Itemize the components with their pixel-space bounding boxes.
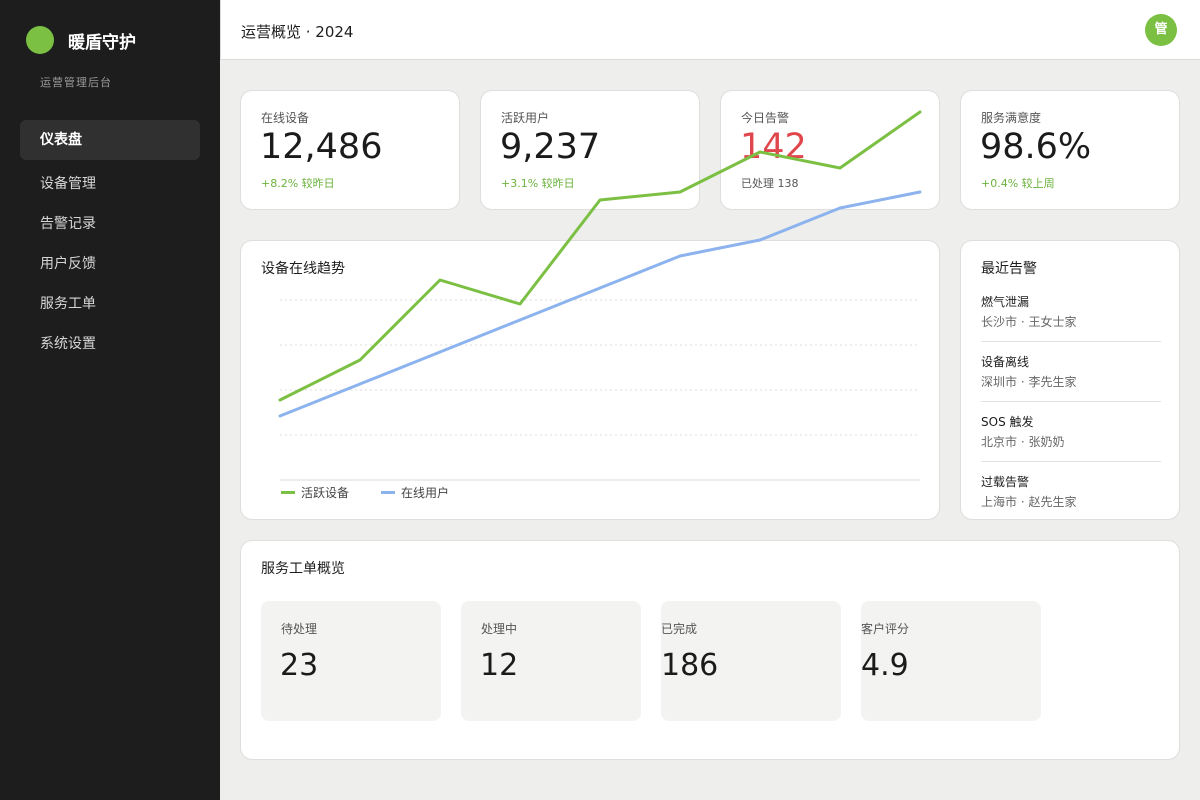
legend-swatch (381, 491, 395, 494)
ticket-stat-in-progress[interactable]: 处理中 12 (461, 601, 641, 721)
stat-label: 今日告警 (741, 111, 790, 125)
alert-name: 燃气泄漏 (981, 295, 1030, 309)
alert-location: 上海市 · 赵先生家 (981, 495, 1077, 509)
brand: 暖盾守护 (26, 26, 136, 54)
sidebar-item-alerts[interactable]: 告警记录 (20, 204, 200, 244)
stat-card-online-devices: 在线设备 12,486 +8.2% 较昨日 (240, 90, 460, 210)
alert-item[interactable]: 燃气泄漏 长沙市 · 王女士家 (981, 293, 1161, 353)
ticket-stat-rating[interactable]: 客户评分 4.9 (861, 601, 1041, 721)
page-title: 运营概览 · 2024 (241, 23, 354, 41)
stat-value: 12,486 (260, 127, 383, 167)
ticket-stat-completed[interactable]: 已完成 186 (661, 601, 841, 721)
divider (981, 341, 1161, 342)
stat-value: 142 (740, 127, 807, 167)
trend-chart-card: 设备在线趋势 活跃设备 在线用户 (240, 240, 940, 520)
stat-card-today-alerts: 今日告警 142 已处理 138 (720, 90, 940, 210)
sidebar-nav: 仪表盘 设备管理 告警记录 用户反馈 服务工单 系统设置 (20, 120, 200, 364)
alert-name: SOS 触发 (981, 415, 1034, 429)
ticket-label: 已完成 (661, 622, 698, 636)
alert-item[interactable]: 过载告警 上海市 · 赵先生家 (981, 473, 1161, 533)
sidebar-item-dashboard[interactable]: 仪表盘 (20, 120, 200, 160)
chart-title: 设备在线趋势 (261, 261, 345, 277)
alert-location: 深圳市 · 李先生家 (981, 375, 1077, 389)
stat-label: 服务满意度 (981, 111, 1042, 125)
alert-name: 过载告警 (981, 475, 1030, 489)
recent-alerts-card: 最近告警 燃气泄漏 长沙市 · 王女士家 设备离线 深圳市 · 李先生家 SOS… (960, 240, 1180, 520)
brand-subtitle: 运营管理后台 (40, 76, 112, 89)
brand-logo (26, 26, 54, 54)
alert-location: 北京市 · 张奶奶 (981, 435, 1065, 449)
alerts-title: 最近告警 (981, 261, 1037, 277)
stat-label: 在线设备 (261, 111, 310, 125)
sidebar-item-settings[interactable]: 系统设置 (20, 324, 200, 364)
tickets-title: 服务工单概览 (261, 561, 345, 577)
legend-item-active-devices: 活跃设备 (281, 484, 349, 501)
legend-item-online-users: 在线用户 (381, 484, 449, 501)
ticket-label: 客户评分 (861, 622, 910, 636)
stat-delta: +0.4% 较上周 (981, 177, 1055, 190)
legend-swatch (281, 491, 295, 494)
stat-card-satisfaction: 服务满意度 98.6% +0.4% 较上周 (960, 90, 1180, 210)
brand-name: 暖盾守护 (68, 32, 136, 53)
sidebar-item-tickets[interactable]: 服务工单 (20, 284, 200, 324)
sidebar-item-devices[interactable]: 设备管理 (20, 164, 200, 204)
divider (981, 401, 1161, 402)
ticket-stat-pending[interactable]: 待处理 23 (261, 601, 441, 721)
ticket-value: 186 (661, 648, 719, 683)
avatar[interactable]: 管 (1145, 14, 1177, 46)
ticket-value: 4.9 (861, 648, 909, 683)
sidebar-item-feedback[interactable]: 用户反馈 (20, 244, 200, 284)
stat-value: 9,237 (500, 127, 601, 167)
ticket-value: 12 (480, 648, 519, 683)
alert-item[interactable]: 设备离线 深圳市 · 李先生家 (981, 353, 1161, 413)
alert-name: 设备离线 (981, 355, 1030, 369)
stat-card-active-users: 活跃用户 9,237 +3.1% 较昨日 (480, 90, 700, 210)
legend-label: 在线用户 (401, 486, 450, 500)
sidebar: 暖盾守护 运营管理后台 仪表盘 设备管理 告警记录 用户反馈 服务工单 系统设置 (0, 0, 220, 800)
stat-delta: +3.1% 较昨日 (501, 177, 575, 190)
top-bar: 运营概览 · 2024 管 (220, 0, 1200, 60)
stat-delta: +8.2% 较昨日 (261, 177, 335, 190)
tickets-card: 服务工单概览 待处理 23 处理中 12 已完成 186 客户评分 4.9 (240, 540, 1180, 760)
ticket-value: 23 (280, 648, 319, 683)
divider (981, 461, 1161, 462)
alert-location: 长沙市 · 王女士家 (981, 315, 1077, 329)
ticket-label: 处理中 (481, 622, 518, 636)
stat-label: 活跃用户 (501, 111, 550, 125)
alert-item[interactable]: SOS 触发 北京市 · 张奶奶 (981, 413, 1161, 473)
stat-value: 98.6% (980, 127, 1092, 167)
stat-delta: 已处理 138 (741, 177, 799, 190)
legend-label: 活跃设备 (301, 486, 350, 500)
ticket-label: 待处理 (281, 622, 318, 636)
